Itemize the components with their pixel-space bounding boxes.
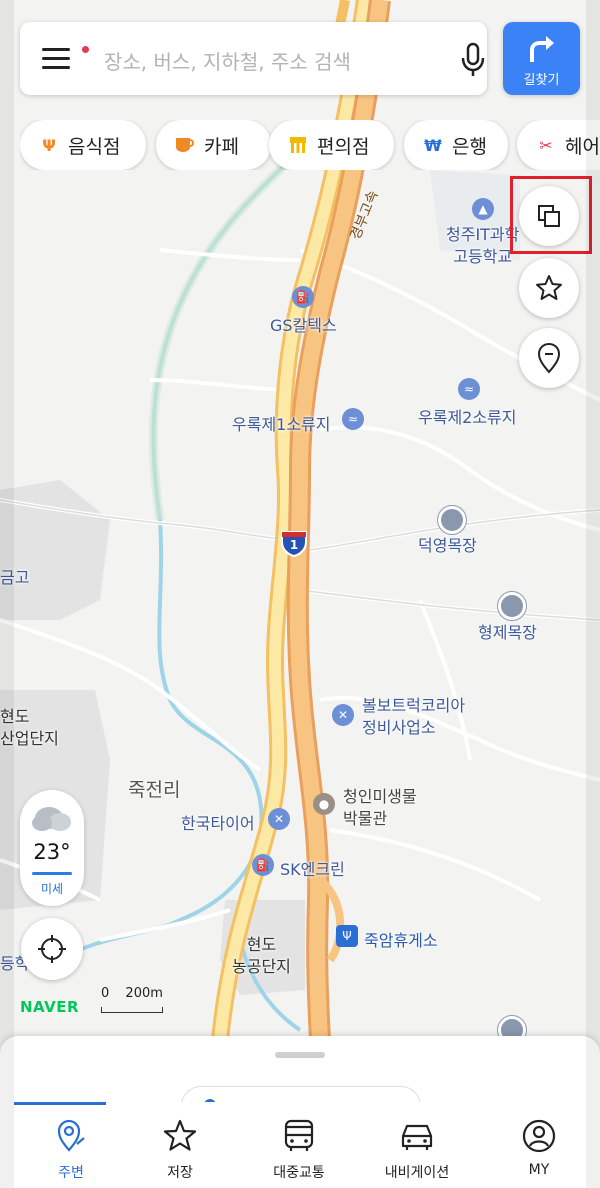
naver-logo: NAVER [20,998,80,1016]
highway-shield-number: 1 [289,538,299,552]
dust-level-bar [32,872,72,875]
tab-saved-label: 저장 [167,1165,193,1181]
coffee-cup-icon [174,134,196,156]
museum-label[interactable]: 청인미생물 박물관 [343,786,417,830]
repair-shop-icon[interactable]: ✕ [332,704,354,726]
tab-nearby[interactable]: 주변 [14,1102,128,1181]
chip-convenience-store[interactable]: 편의점 [269,120,394,170]
tab-saved[interactable]: 저장 [123,1102,237,1181]
chip-cafe-label: 카페 [204,135,239,158]
current-location-button[interactable] [21,918,83,980]
industrial-complex-label[interactable]: 현도 농공단지 [232,934,291,978]
tab-transit-label: 대중교통 [273,1165,325,1181]
left-edge-shade [0,0,14,1188]
tab-nearby-label: 주변 [58,1165,84,1181]
chip-restaurant[interactable]: Ψ 음식점 [20,120,146,170]
gas-station-icon[interactable]: ⛽ [292,286,314,308]
star-icon [163,1119,197,1151]
scale-zero: 0 [101,986,110,1001]
reservoir-2-icon[interactable]: ≈ [458,378,480,400]
rest-area-label[interactable]: 죽암휴게소 [364,927,438,951]
museum-icon[interactable]: ● [313,793,335,815]
fork-knife-icon: Ψ [42,135,56,155]
ranch-1-label[interactable]: 덕영목장 [418,532,477,556]
chip-bank-label: 은행 [452,135,487,158]
gas-station-gs-label[interactable]: GS칼텍스 [270,312,337,336]
star-icon [536,275,562,300]
directions-arrow-icon [530,36,554,62]
chip-bank[interactable]: ₩ 은행 [404,120,508,170]
tab-transit[interactable]: 대중교통 [242,1102,356,1181]
reservoir-2-label[interactable]: 우록제2소류지 [418,404,517,428]
tab-navigation[interactable]: 내비게이션 [360,1102,474,1181]
pin-minus-icon [537,342,561,374]
tab-navigation-label: 내비게이션 [384,1165,450,1181]
scale-distance: 200m [125,986,163,1001]
weather-widget[interactable]: 23° 미세 [20,790,84,906]
ranch-1-icon[interactable] [438,506,466,534]
ranch-2-icon[interactable] [498,592,526,620]
tab-my[interactable]: MY [482,1102,596,1178]
store-icon [287,134,309,156]
bus-icon [284,1119,314,1151]
my-place-button[interactable] [519,328,579,388]
search-input[interactable]: 장소, 버스, 지하철, 주소 검색 [104,46,351,75]
highlight-box [510,176,592,254]
right-edge-shade [586,0,600,1188]
highway-shield-icon: 1 [279,528,309,558]
tire-shop-icon[interactable]: ✕ [268,808,290,830]
microphone-icon[interactable] [460,42,486,78]
notification-dot [82,46,89,53]
car-icon [401,1124,433,1150]
chip-cafe[interactable]: 카페 [156,120,271,170]
category-chips: Ψ 음식점 카페 편의점 ₩ 은행 ✂ 헤어 [20,120,600,170]
tire-shop-label[interactable]: 한국타이어 [181,810,255,834]
directions-button[interactable]: 길찾기 [503,22,580,95]
chip-convenience-store-label: 편의점 [317,135,370,158]
crosshair-icon [38,935,66,963]
reservoir-1-icon[interactable]: ≈ [342,408,364,430]
bottom-navigation: 주변 저장 대중교통 내비게이션 MY [14,1102,586,1181]
rest-area-icon[interactable]: Ψ [336,925,358,947]
search-bar[interactable]: 장소, 버스, 지하철, 주소 검색 [20,22,487,95]
won-icon: ₩ [424,135,442,155]
profile-icon [522,1119,556,1153]
cloud-icon [32,807,71,831]
village-label: 죽전리 [128,779,181,801]
scissors-icon: ✂ [539,135,553,155]
chip-restaurant-label: 음식점 [68,135,121,158]
reservoir-1-label[interactable]: 우록제1소류지 [232,411,331,435]
fine-dust-label: 미세 [40,882,64,896]
gas-station-sk-icon[interactable]: ⛽ [252,854,274,876]
menu-icon[interactable] [42,48,70,75]
location-pin-icon [57,1119,85,1152]
favorites-button[interactable] [519,258,579,318]
school-label[interactable]: 청주IT과학 고등학교 [446,224,519,268]
temperature: 23° [33,840,71,864]
directions-label: 길찾기 [523,73,560,88]
sheet-handle[interactable] [275,1052,325,1058]
school-marker-icon[interactable]: ▲ [472,198,494,220]
repair-shop-label[interactable]: 볼보트럭코리아 정비사업소 [362,695,465,739]
tab-my-label: MY [528,1162,550,1178]
gas-station-sk-label[interactable]: SK엔크린 [280,856,345,880]
ranch-2-label[interactable]: 형제목장 [478,619,537,643]
map-scale: 0 200m [101,986,163,1013]
